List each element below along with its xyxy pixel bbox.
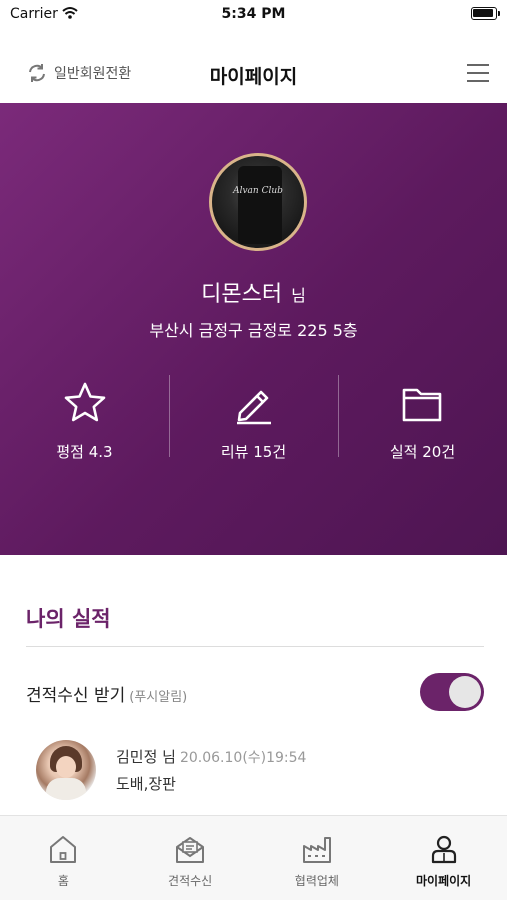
app-header: 일반회원전환 마이페이지 (0, 48, 507, 103)
menu-icon[interactable] (467, 64, 489, 86)
stat-reviews-label: 리뷰 15건 (220, 443, 287, 461)
quote-toggle-text: 견적수신 받기 (26, 686, 126, 706)
quote-toggle-label: 견적수신 받기 (푸시알림) (26, 681, 187, 706)
factory-icon (302, 837, 331, 863)
quote-toggle-row: 견적수신 받기 (푸시알림) (26, 673, 484, 713)
tab-mypage[interactable]: 마이페이지 (380, 816, 507, 900)
quote-toggle-switch[interactable] (420, 673, 484, 711)
list-item[interactable]: 김민정 님 20.06.10(수)19:54 도배,장판 (26, 740, 484, 810)
avatar-caption: Alvan Club (233, 186, 283, 196)
tab-quotes[interactable]: 견적수신 (127, 816, 254, 900)
stats-row: 평점 4.3 리뷰 15건 실적 20건 (0, 375, 507, 461)
toggle-knob (449, 676, 481, 708)
quote-toggle-sub: (푸시알림) (129, 690, 188, 705)
stat-records-label: 실적 20건 (389, 443, 456, 461)
tab-home-label: 홈 (57, 874, 69, 888)
tab-bar: 홈 견적수신 협력업체 마이페이지 (0, 815, 507, 900)
tab-quotes-label: 견적수신 (168, 874, 213, 888)
profile-name: 디몬스터 님 (0, 276, 507, 308)
tab-home[interactable]: 홈 (0, 816, 127, 900)
review-date: 20.06.10(수)19:54 (179, 750, 307, 766)
profile-avatar: Alvan Club (209, 153, 307, 251)
home-icon (50, 836, 77, 863)
stat-rating[interactable]: 평점 4.3 (0, 375, 169, 461)
review-category: 도배,장판 (116, 775, 176, 793)
pencil-icon (236, 390, 271, 425)
stat-rating-label: 평점 4.3 (56, 443, 113, 461)
profile-address: 부산시 금정구 금정로 225 5층 (149, 321, 358, 340)
stat-reviews[interactable]: 리뷰 15건 (169, 375, 338, 461)
tab-partners-label: 협력업체 (294, 874, 339, 888)
profile-panel: Alvan Club 디몬스터 님 부산시 금정구 금정로 225 5층 평점 … (0, 103, 507, 555)
divider (26, 646, 484, 647)
stat-divider (169, 375, 170, 457)
mail-icon (176, 837, 205, 863)
user-icon (431, 835, 456, 864)
profile-name-text: 디몬스터 (201, 282, 283, 307)
tab-mypage-label: 마이페이지 (416, 874, 472, 888)
review-name: 김민정 님 (116, 748, 176, 766)
stat-divider (338, 375, 339, 457)
stat-records[interactable]: 실적 20건 (338, 375, 507, 461)
status-bar: Carrier 5:34 PM (0, 0, 507, 30)
section-title: 나의 실적 (26, 607, 111, 631)
profile-name-suffix: 님 (291, 286, 306, 305)
tab-partners[interactable]: 협력업체 (254, 816, 381, 900)
avatar (36, 740, 96, 800)
battery-icon (471, 7, 500, 20)
review-meta: 김민정 님 20.06.10(수)19:54 (116, 746, 306, 767)
star-icon (64, 382, 105, 422)
status-time: 5:34 PM (221, 6, 286, 22)
folder-icon (402, 388, 441, 422)
page-title: 마이페이지 (209, 66, 298, 88)
